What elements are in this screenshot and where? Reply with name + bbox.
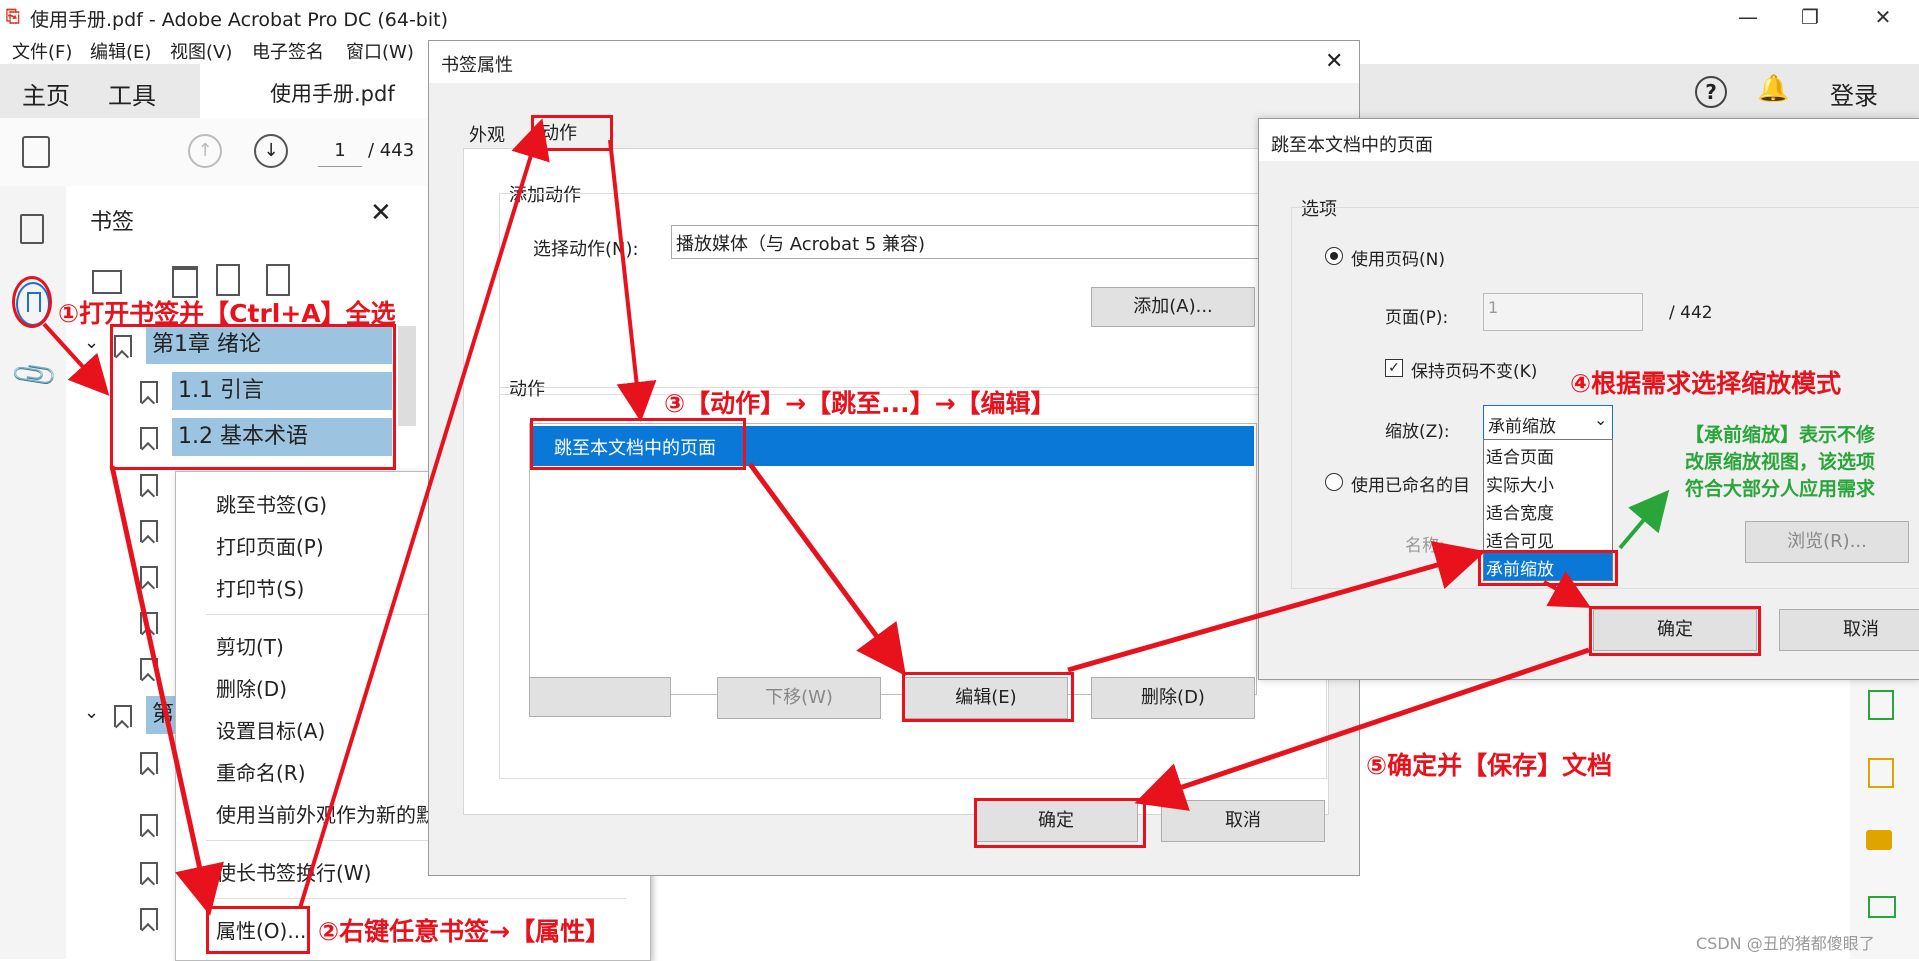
annotation-note: 【承前缩放】表示不修 改原缩放视图，该选项 符合大部分人应用需求 [1640,422,1919,503]
annotation-step4: ④根据需求选择缩放模式 [1570,369,1842,398]
arrow [608,139,657,422]
annotation-note-line: 改原缩放视图，该选项 [1684,451,1875,473]
arrow [747,462,906,677]
annotation-note-line: 【承前缩放】表示不修 [1684,424,1875,446]
arrow [1067,540,1486,673]
watermark: CSDN @丑的猪都傻眼了 [1696,934,1875,953]
annotation-step2: ②右键任意书签→【属性】 [318,917,611,946]
annotation-step3: ③【动作】→【跳至...】→【编辑】 [664,389,1056,418]
annotation-note-line: 符合大部分人应用需求 [1684,478,1875,500]
arrow [42,322,110,396]
annotation-arrows [42,118,1670,916]
arrow [298,118,550,909]
arrow [109,465,224,916]
annotation-step1: ①打开书签并【Ctrl+A】全选 [58,299,396,328]
arrow [1543,571,1592,608]
annotation-step5: ⑤确定并【保存】文档 [1366,751,1613,780]
arrow [1618,489,1670,550]
